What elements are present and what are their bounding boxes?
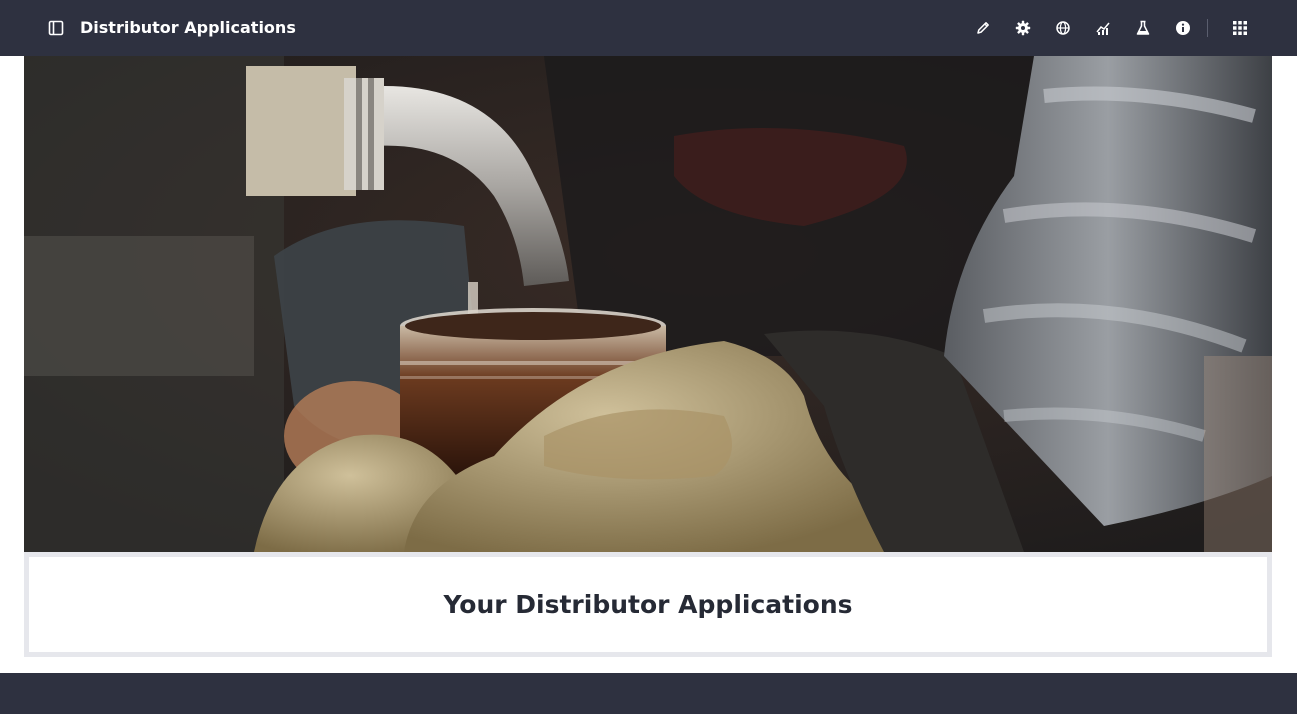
globe-icon[interactable] — [1053, 18, 1073, 38]
hero-image — [24, 56, 1272, 552]
footer-bar — [0, 673, 1297, 714]
sidebar-toggle-icon[interactable] — [47, 19, 65, 37]
top-bar: Distributor Applications — [0, 0, 1297, 56]
pencil-icon[interactable] — [973, 18, 993, 38]
title-card: Your Distributor Applications — [24, 552, 1272, 657]
gear-icon[interactable] — [1013, 18, 1033, 38]
toolbar-divider — [1207, 19, 1208, 37]
info-icon[interactable] — [1173, 18, 1193, 38]
flask-icon[interactable] — [1133, 18, 1153, 38]
page-heading: Your Distributor Applications — [443, 590, 853, 619]
apps-grid-icon[interactable] — [1230, 18, 1250, 38]
app-title: Distributor Applications — [80, 18, 296, 37]
chart-icon[interactable] — [1093, 18, 1113, 38]
